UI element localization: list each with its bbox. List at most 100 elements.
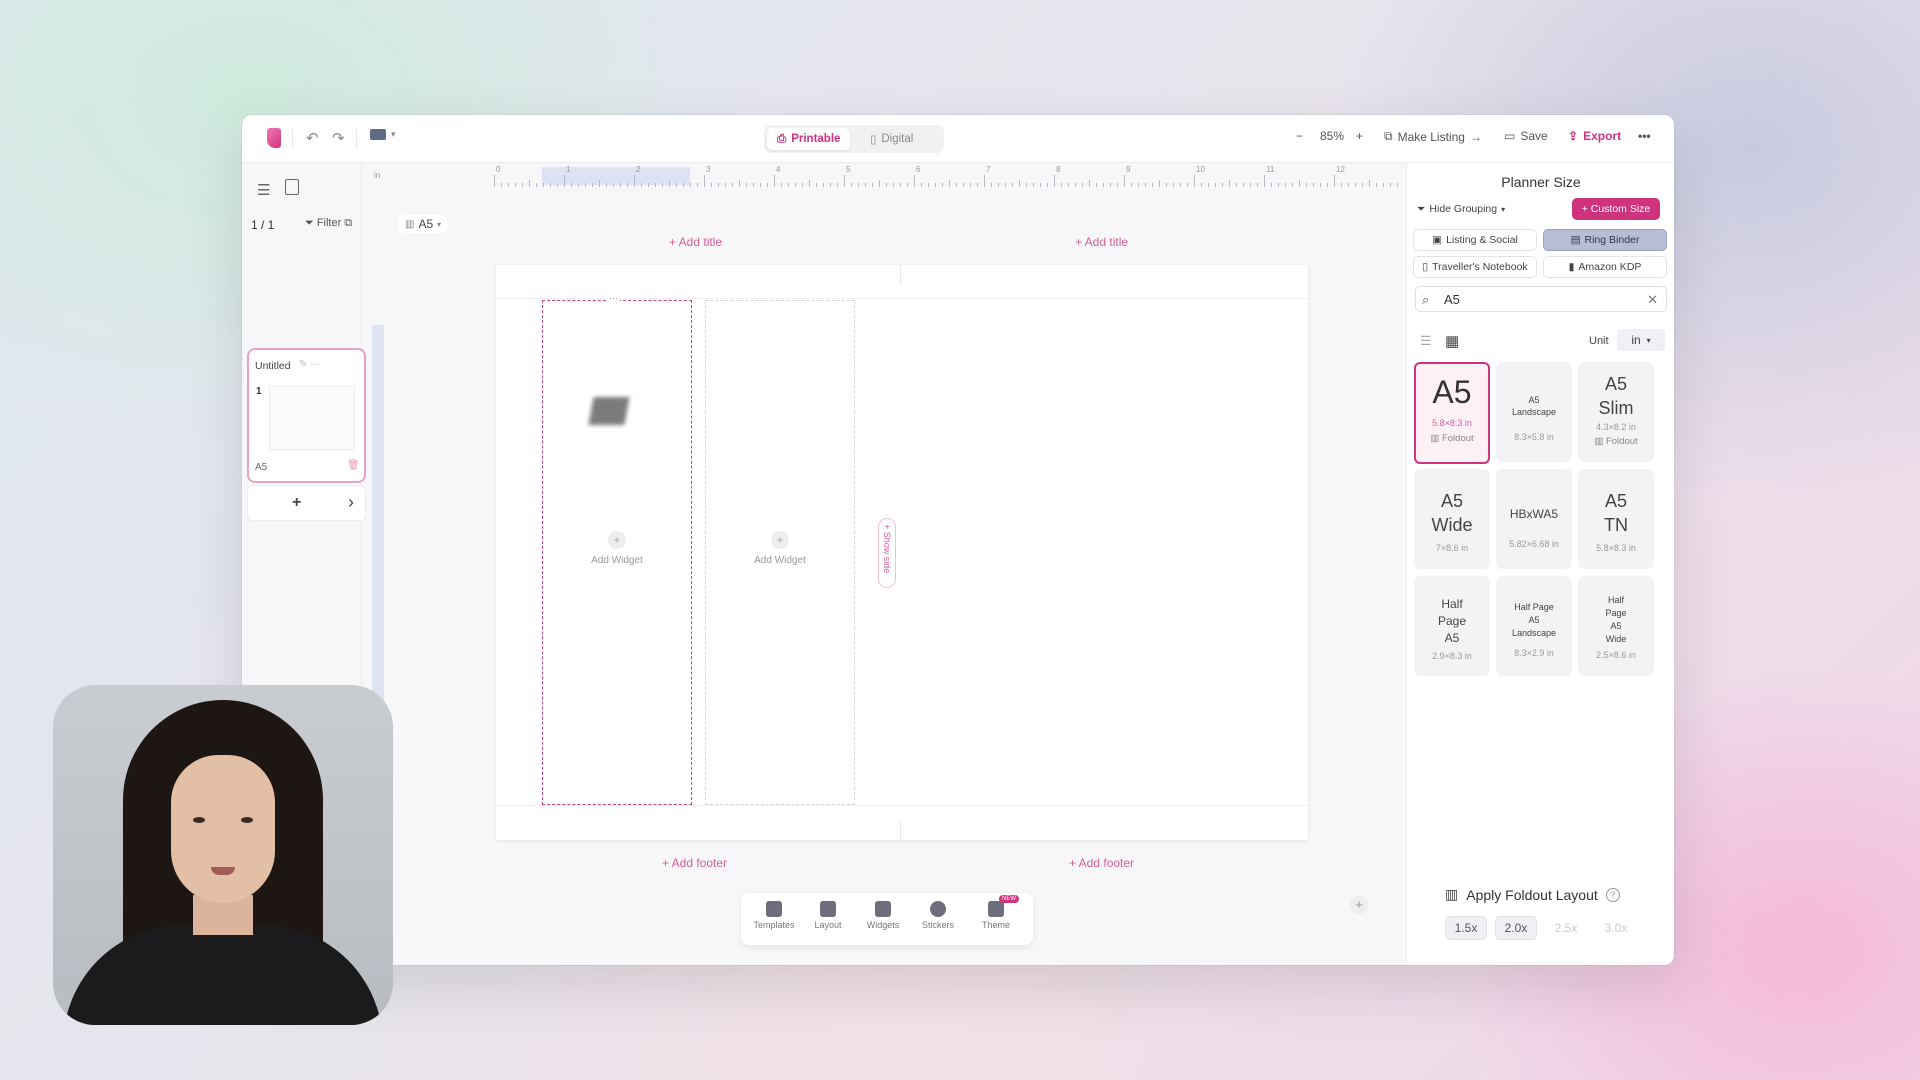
add-canvas-button[interactable]: + bbox=[1350, 896, 1368, 914]
columns-icon: ▥ bbox=[405, 218, 415, 230]
foldout-1-5x[interactable]: 1.5x bbox=[1445, 916, 1487, 940]
plus-circle-icon: + bbox=[608, 531, 626, 549]
grid-view-icon bbox=[370, 129, 386, 140]
ruler-tick bbox=[718, 183, 719, 187]
trash-icon[interactable]: 🗑 bbox=[347, 460, 360, 471]
size-card-half-page-a5[interactable]: Half Page A5 2.9×8.3 in bbox=[1414, 576, 1490, 676]
add-footer-link-left[interactable]: + Add footer bbox=[662, 856, 727, 870]
tablet-icon: ▯ bbox=[870, 134, 877, 146]
show-side-button[interactable]: + Show side bbox=[878, 518, 896, 588]
column-menu-icon[interactable]: ··· bbox=[607, 293, 620, 303]
tab-printable[interactable]: ⎙ Printable bbox=[767, 128, 851, 150]
page-thumbnail-card[interactable]: Untitled ✎ ··· 1 A5 🗑 bbox=[247, 348, 366, 483]
ruler-tick bbox=[977, 183, 978, 187]
presenter-face bbox=[171, 755, 275, 903]
add-widget-button-2[interactable]: + Add Widget bbox=[706, 531, 854, 566]
add-title-link-left[interactable]: + Add title bbox=[669, 235, 722, 249]
size-card-a5-landscape[interactable]: A5 Landscape 8.3×5.8 in bbox=[1496, 362, 1572, 462]
ruler-tick bbox=[844, 175, 845, 187]
undo-icon[interactable]: ↶ bbox=[306, 129, 319, 147]
clear-search-icon[interactable]: ✕ bbox=[1647, 292, 1658, 308]
unit-label: Unit bbox=[1589, 335, 1609, 347]
page-view-icon[interactable] bbox=[285, 179, 299, 195]
category-ring-binder[interactable]: ▤ Ring Binder bbox=[1543, 229, 1667, 251]
ruler-tick bbox=[1348, 183, 1349, 187]
list-view-icon[interactable]: ☰ bbox=[257, 181, 270, 199]
presenter-shirt bbox=[63, 925, 383, 1025]
ruler-tick bbox=[1250, 183, 1251, 187]
size-card-a5-tn[interactable]: A5 TN 5.8×8.3 in bbox=[1578, 469, 1654, 569]
custom-size-button[interactable]: + Custom Size bbox=[1572, 198, 1660, 220]
ruler-tick bbox=[795, 183, 796, 187]
next-page-button[interactable]: › bbox=[348, 492, 354, 513]
size-card-a5[interactable]: A5 5.8×8.3 in ▥ Foldout bbox=[1414, 362, 1490, 464]
help-icon[interactable]: ? bbox=[1605, 887, 1620, 902]
ruler-tick bbox=[788, 183, 789, 187]
ruler-number: 9 bbox=[1126, 165, 1131, 174]
category-amazon-kdp[interactable]: ▮ Amazon KDP bbox=[1543, 256, 1667, 278]
ruler-tick bbox=[1376, 183, 1377, 187]
widget-column-2[interactable]: + Add Widget bbox=[705, 300, 855, 805]
ruler-tick bbox=[1362, 183, 1363, 187]
arrow-right-icon: → bbox=[1469, 129, 1482, 144]
print-mode-switch: ⎙ Printable ▯ Digital bbox=[764, 125, 944, 153]
size-card-a5-wide[interactable]: A5 Wide 7×8.6 in bbox=[1414, 469, 1490, 569]
add-widget-button-1[interactable]: + Add Widget bbox=[543, 531, 691, 566]
hide-grouping-button[interactable]: ⏷ Hide Grouping ▾ bbox=[1417, 198, 1505, 220]
foldout-2-0x[interactable]: 2.0x bbox=[1495, 916, 1537, 940]
ruler-tick bbox=[928, 183, 929, 187]
size-selector[interactable]: ▥ A5 ▾ bbox=[399, 215, 448, 233]
notebook-icon: ▯ bbox=[1422, 261, 1429, 273]
grid-view-icon[interactable]: ▦ bbox=[1445, 332, 1459, 350]
ruler-number: 5 bbox=[846, 165, 851, 174]
image-icon: ▣ bbox=[1432, 234, 1443, 246]
ruler-tick bbox=[907, 183, 908, 187]
widgets-tool[interactable]: Widgets bbox=[856, 901, 910, 930]
app-logo[interactable] bbox=[267, 128, 281, 148]
layout-tool[interactable]: Layout bbox=[801, 901, 855, 930]
zoom-out-button[interactable]: − bbox=[1296, 129, 1303, 143]
category-travellers-notebook[interactable]: ▯ Traveller's Notebook bbox=[1413, 256, 1537, 278]
ruler-tick bbox=[1096, 183, 1097, 187]
redo-icon[interactable]: ↷ bbox=[332, 129, 345, 147]
ruler-tick bbox=[508, 183, 509, 187]
page-size-label: A5 bbox=[255, 462, 268, 473]
ruler-tick bbox=[683, 183, 684, 187]
ruler-tick bbox=[1187, 183, 1188, 187]
filter-button[interactable]: ⏷ Filter ⧉ bbox=[305, 217, 352, 230]
add-footer-link-right[interactable]: + Add footer bbox=[1069, 856, 1134, 870]
view-dropdown[interactable]: ▾ bbox=[370, 129, 396, 140]
size-card-hbxwa5[interactable]: HBxWA5 5.82×6.68 in bbox=[1496, 469, 1572, 569]
ruler-tick bbox=[1082, 183, 1083, 187]
ruler-tick bbox=[837, 183, 838, 187]
zoom-in-button[interactable]: + bbox=[1356, 129, 1363, 143]
list-view-icon[interactable]: ☰ bbox=[1420, 333, 1432, 349]
size-card-a5-slim[interactable]: A5 Slim 4.3×8.2 in ▥ Foldout bbox=[1578, 362, 1654, 462]
edit-icon[interactable]: ✎ ··· bbox=[299, 359, 320, 370]
ruler-tick bbox=[627, 183, 628, 187]
size-card-half-page-a5-wide[interactable]: Half Page A5 Wide 2.5×8.6 in bbox=[1578, 576, 1654, 676]
save-button[interactable]: ▭ Save bbox=[1504, 129, 1548, 143]
tab-digital[interactable]: ▯ Digital bbox=[860, 128, 923, 150]
category-listing-social[interactable]: ▣ Listing & Social bbox=[1413, 229, 1537, 251]
ruler-tick bbox=[1180, 183, 1181, 187]
book-open-icon: ▥ bbox=[1445, 886, 1459, 902]
ruler-number: 11 bbox=[1266, 165, 1275, 174]
theme-tool[interactable]: NEW Theme bbox=[969, 895, 1023, 930]
unit-select[interactable]: in ▾ bbox=[1617, 329, 1665, 351]
add-page-button[interactable]: + bbox=[292, 494, 301, 512]
export-button[interactable]: ⇪ Export bbox=[1568, 129, 1621, 143]
make-listing-button[interactable]: ⧉ Make Listing → bbox=[1384, 129, 1482, 144]
size-card-half-page-a5-landscape[interactable]: Half Page A5 Landscape 8.3×2.9 in bbox=[1496, 576, 1572, 676]
ruler-tick bbox=[1152, 183, 1153, 187]
size-search-input[interactable]: ⌕ A5 ✕ bbox=[1415, 286, 1667, 312]
ruler-tick bbox=[592, 183, 593, 187]
add-title-link-right[interactable]: + Add title bbox=[1075, 235, 1128, 249]
stickers-tool[interactable]: Stickers bbox=[911, 901, 965, 930]
ruler-tick bbox=[1327, 183, 1328, 187]
widget-column-1[interactable]: ··· + Add Widget bbox=[542, 293, 692, 805]
ruler-tick bbox=[1005, 183, 1006, 187]
more-menu-icon[interactable]: ••• bbox=[1638, 129, 1651, 143]
page-counter: 1 / 1 bbox=[251, 218, 275, 232]
templates-tool[interactable]: Templates bbox=[747, 901, 801, 930]
